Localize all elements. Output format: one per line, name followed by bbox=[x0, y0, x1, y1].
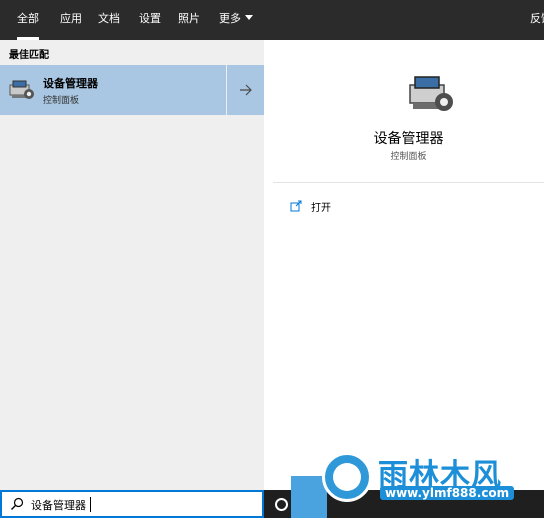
preview-pane: 设备管理器 控制面板 打开 bbox=[273, 48, 544, 490]
best-match-result[interactable]: 设备管理器 控制面板 bbox=[0, 65, 226, 115]
tab-all[interactable]: 全部 bbox=[17, 0, 39, 40]
device-manager-icon bbox=[9, 80, 34, 99]
watermark: 雨林木风 www.ylmf888.com bbox=[318, 448, 544, 510]
preview-title: 设备管理器 bbox=[373, 131, 444, 147]
search-filter-bar: 全部 应用 文档 设置 照片 更多 反馈 bbox=[0, 0, 544, 40]
device-manager-icon bbox=[409, 76, 453, 111]
tab-apps[interactable]: 应用 bbox=[60, 0, 82, 40]
watermark-logo-inner bbox=[333, 463, 361, 491]
search-input[interactable]: 设备管理器 bbox=[31, 497, 86, 513]
preview-subtitle: 控制面板 bbox=[390, 152, 427, 162]
arrow-right-icon bbox=[239, 84, 252, 96]
feedback-button[interactable]: 反馈 bbox=[530, 0, 544, 40]
tab-more-label: 更多 bbox=[219, 12, 241, 25]
open-details-button[interactable] bbox=[227, 65, 264, 115]
divider bbox=[273, 182, 544, 183]
open-action-label: 打开 bbox=[311, 202, 331, 214]
text-cursor bbox=[90, 497, 91, 512]
tab-more[interactable]: 更多 bbox=[219, 0, 253, 40]
watermark-url: www.ylmf888.com bbox=[380, 486, 515, 500]
chevron-down-icon bbox=[245, 15, 253, 20]
open-action[interactable]: 打开 bbox=[290, 198, 331, 214]
search-icon bbox=[11, 497, 24, 510]
best-match-heading: 最佳匹配 bbox=[9, 50, 49, 61]
search-box[interactable]: 设备管理器 bbox=[0, 490, 264, 518]
results-pane: 最佳匹配 设备管理器 控制面板 bbox=[0, 40, 264, 490]
result-subtitle: 控制面板 bbox=[43, 96, 80, 106]
result-title: 设备管理器 bbox=[43, 77, 98, 90]
tab-photos[interactable]: 照片 bbox=[178, 0, 200, 40]
tab-documents[interactable]: 文档 bbox=[98, 0, 120, 40]
cortana-icon[interactable] bbox=[275, 498, 288, 511]
tab-settings[interactable]: 设置 bbox=[139, 0, 161, 40]
open-external-icon bbox=[290, 200, 302, 212]
watermark-logo-icon bbox=[322, 452, 372, 502]
